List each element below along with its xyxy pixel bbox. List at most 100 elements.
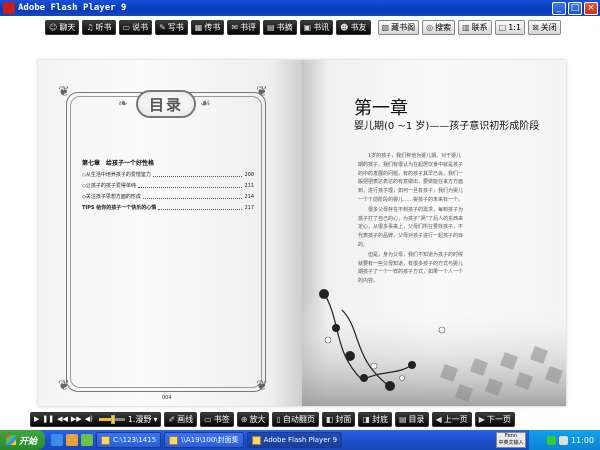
toolbar-button[interactable]: ☺ 聊天 [45, 19, 80, 35]
bottom-controlbar: ▶ ❚❚ ◀◀ ▶▶ ◀) 1.漫野 ▾ ✐ 画线 ▭ 书签 ⊕ 放大 ▯ 自动翻页 ◧ 封面 ◨ 封… [0, 408, 600, 430]
toolbar-button[interactable]: ▥ 联系 [458, 19, 492, 35]
control-button[interactable]: ⊕ 放大 [236, 411, 270, 427]
toc-entry[interactable]: ◇从生活中培养孩子的爱憎鉴力 208 [82, 171, 254, 178]
taskbar-task[interactable]: C:\123\1415 [96, 432, 162, 448]
toc-chapter-heading: 第七章 给孩子一个好性格 [82, 160, 155, 167]
ime-indicator[interactable]: Fenn 中英文输入 [496, 432, 526, 448]
chevron-down-icon[interactable]: ▾ [153, 415, 157, 424]
system-tray: 11:00 [528, 430, 600, 450]
flash-app: ☺ 聊天 ♫ 听书 ▭ 说书 ✎ 写书 ▦ 传书 ✉ 书评 ▤ 书摘 ▣ 书讯 ☻ 书友 ▧ 藏书阁 ◎ 搜索 ▥ 联系 □ 1… [0, 16, 600, 430]
control-button[interactable]: ◨ 封底 [358, 411, 392, 427]
toolbar-button-label: 书评 [240, 22, 257, 32]
minimize-button[interactable]: _ [552, 1, 566, 15]
toc-entry-page: 211 [244, 183, 254, 189]
draw-line-icon: ✐ [168, 414, 176, 424]
toolbar-button[interactable]: ⊠ 关闭 [528, 19, 561, 35]
desktop-icon[interactable] [81, 434, 94, 446]
control-button-label: 放大 [249, 414, 266, 424]
body-paragraph: 但是，身为父母，我们不知道为孩子的时候就要有一些父母知道，有很多孩子的方式与婴儿… [358, 251, 464, 285]
control-button[interactable]: ▶ 下一页 [474, 411, 515, 427]
toolbar-button[interactable]: ▧ 藏书阁 [377, 19, 420, 35]
control-button-label: 封面 [335, 414, 352, 424]
volume-handle[interactable] [111, 414, 116, 424]
start-label: 开始 [19, 436, 38, 447]
toc-entry[interactable]: TIPS 给你的孩子一个快乐的心情 217 [82, 204, 254, 211]
control-button[interactable]: ▯ 自动翻页 [272, 411, 319, 427]
ime-label: Fenn [504, 433, 518, 439]
windows-taskbar: 开始 C:\123\1415 \\A19\100\封面集 Adobe Flash P… [0, 430, 600, 450]
control-button[interactable]: ◀ 上一页 [431, 411, 472, 427]
toolbar-button[interactable]: ▣ 书讯 [299, 19, 334, 35]
control-button-label: 下一页 [486, 414, 511, 424]
toolbar-button-label: 联系 [471, 22, 488, 32]
control-button[interactable]: ✐ 画线 [164, 411, 198, 427]
next-track-icon[interactable]: ▶▶ [71, 415, 82, 423]
play-icon[interactable]: ▶ [34, 415, 39, 423]
toolbar-button[interactable]: ✉ 书评 [227, 19, 261, 35]
comment-icon: ✉ [231, 22, 239, 32]
right-page[interactable]: 第一章 婴儿期(0 ~1 岁)——孩子意识初形成阶段 1岁的孩子，我们称他为婴儿… [302, 60, 566, 406]
control-button[interactable]: ▤ 目录 [394, 411, 429, 427]
control-button[interactable]: ▭ 书签 [200, 411, 234, 427]
close-window-button[interactable]: × [584, 1, 598, 15]
ornament-icon: ☙ [200, 96, 211, 110]
toolbar-button-label: 藏书阁 [391, 22, 416, 32]
toolbar-button[interactable]: ☻ 书友 [336, 19, 371, 35]
toolbar-button-label: 写书 [167, 22, 184, 32]
close-icon: ⊠ [532, 22, 539, 32]
headphones-icon: ♫ [86, 22, 94, 32]
volume-icon[interactable] [558, 435, 568, 445]
folder-icon [251, 435, 261, 445]
window-titlebar[interactable]: Adobe Flash Player 9 _ □ × [0, 0, 600, 16]
toolbar-button[interactable]: □ 1:1 [494, 19, 526, 35]
control-button[interactable]: ◧ 封面 [321, 411, 356, 427]
pen-icon: ✎ [159, 22, 166, 32]
auto-flip-icon: ▯ [276, 414, 281, 424]
media-player-icon[interactable] [66, 434, 79, 446]
volume-slider[interactable] [98, 414, 125, 424]
toolbar-button[interactable]: ♫ 听书 [82, 19, 116, 35]
toolbar-button-label: 书友 [350, 22, 367, 32]
toolbar-button[interactable]: ✎ 写书 [155, 19, 188, 35]
speed-select[interactable]: 1.漫野 [128, 414, 152, 425]
ornament-icon: ❧ [118, 96, 129, 110]
toolbar-button-label: 书摘 [276, 22, 293, 32]
toc-entry-title: ◇让孩子的孩子爱得单纯 [82, 183, 136, 189]
pause-icon[interactable]: ❚❚ [42, 415, 54, 423]
toc-entry[interactable]: ◇让孩子的孩子爱得单纯 211 [82, 182, 254, 189]
toolbar-button[interactable]: ▤ 书摘 [263, 19, 297, 35]
page-number: 004 [162, 395, 172, 401]
network-icon[interactable] [546, 435, 556, 445]
chapter-title: 第一章 [354, 98, 408, 119]
clock: 11:00 [570, 435, 594, 445]
book-viewer: ❦ ❦ ❦ ❦ ❧ ☙ 目录 第七章 给孩子一个好性格 ◇从生活中培养孩子的爱憎… [0, 38, 600, 408]
audio-player: ▶ ❚❚ ◀◀ ▶▶ ◀) 1.漫野 ▾ [30, 411, 162, 427]
control-button-label: 封底 [371, 414, 388, 424]
toolbar-button-label: 传书 [204, 22, 221, 32]
previous-track-icon[interactable]: ◀◀ [57, 415, 68, 423]
start-button[interactable]: 开始 [0, 430, 46, 450]
toc-leader [142, 198, 243, 199]
toc-entry[interactable]: ◇关注孩子思想方面的形成 214 [82, 193, 254, 200]
contact-icon: ▥ [462, 22, 470, 32]
toc-banner-title: 目录 [148, 95, 183, 114]
ornament-icon: ❦ [58, 84, 70, 100]
prev-page-icon: ◀ [435, 414, 442, 424]
internet-explorer-icon[interactable] [51, 434, 64, 446]
left-page[interactable]: ❦ ❦ ❦ ❦ ❧ ☙ 目录 第七章 给孩子一个好性格 ◇从生活中培养孩子的爱憎… [38, 60, 302, 406]
contents-icon: ▤ [398, 414, 407, 424]
taskbar-task[interactable]: Adobe Flash Player 9 [246, 432, 343, 448]
speaker-icon[interactable]: ◀) [85, 415, 93, 423]
maximize-button[interactable]: □ [568, 1, 582, 15]
top-toolbar: ☺ 聊天 ♫ 听书 ▭ 说书 ✎ 写书 ▦ 传书 ✉ 书评 ▤ 书摘 ▣ 书讯 ☻ 书友 ▧ 藏书阁 ◎ 搜索 ▥ 联系 □ 1… [0, 16, 600, 38]
window-title: Adobe Flash Player 9 [18, 3, 127, 13]
taskbar-task-label: Adobe Flash Player 9 [263, 436, 338, 444]
library-icon: ▧ [381, 22, 390, 32]
chapter-body-text: 1岁的孩子，我们称他为婴儿期。对于婴儿期的孩子，我们有很认为在起居饮食中就是孩子… [358, 152, 464, 287]
toc-frame-inner [70, 96, 262, 388]
folder-icon [169, 435, 179, 445]
toolbar-button[interactable]: ▦ 传书 [190, 19, 225, 35]
toolbar-button[interactable]: ◎ 搜索 [422, 19, 456, 35]
toolbar-button[interactable]: ▭ 说书 [118, 19, 153, 35]
taskbar-task[interactable]: \\A19\100\封面集 [164, 432, 244, 448]
